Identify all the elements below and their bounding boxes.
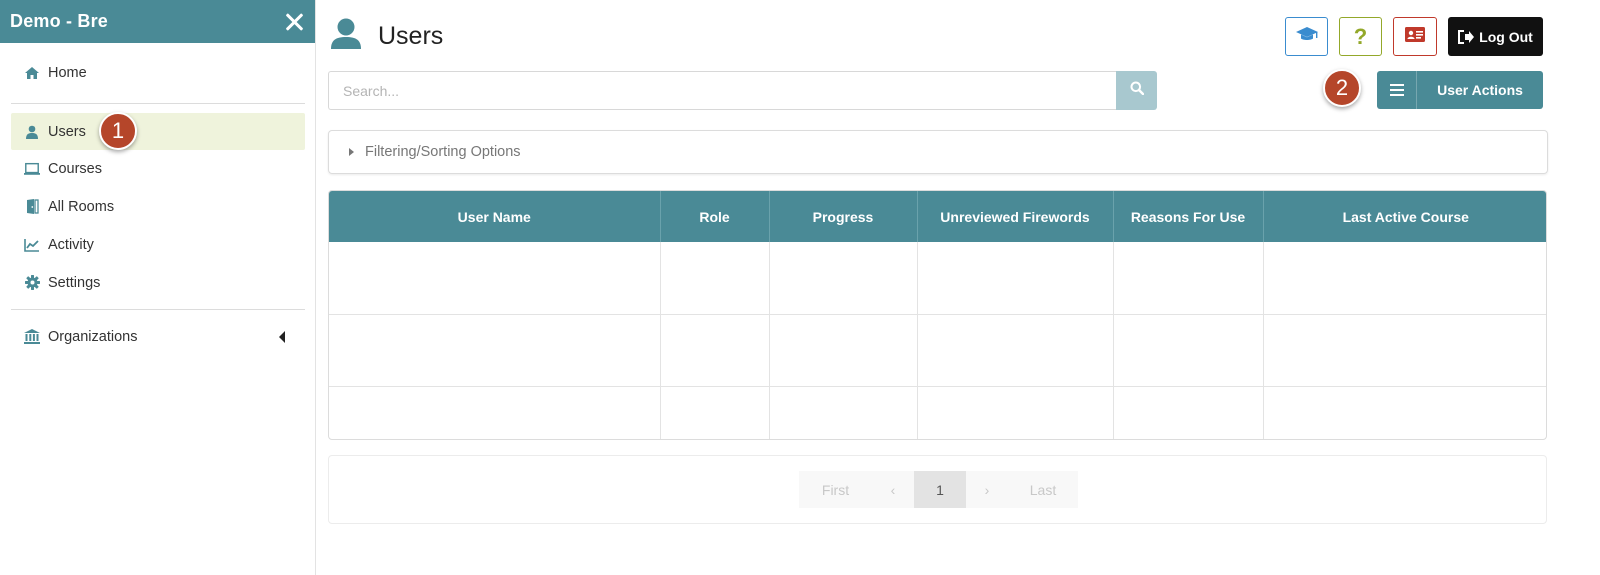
line-chart-icon bbox=[24, 237, 40, 253]
filter-sorting-toggle[interactable]: Filtering/Sorting Options bbox=[328, 130, 1548, 174]
table-cell bbox=[1113, 314, 1264, 387]
table-cell bbox=[1113, 242, 1264, 315]
pagination-next[interactable]: › bbox=[966, 471, 1008, 508]
column-header-reasons-for-use[interactable]: Reasons For Use bbox=[1113, 191, 1264, 242]
caret-left-icon[interactable] bbox=[279, 331, 285, 343]
user-actions-button[interactable]: User Actions bbox=[1377, 71, 1543, 109]
column-header-user-name[interactable]: User Name bbox=[329, 191, 661, 242]
search-bar bbox=[328, 71, 1157, 110]
table-cell bbox=[769, 242, 918, 315]
user-actions-label: User Actions bbox=[1437, 82, 1523, 98]
pagination-current-page[interactable]: 1 bbox=[914, 471, 966, 508]
door-icon bbox=[24, 199, 40, 215]
pagination-prev[interactable]: ‹ bbox=[872, 471, 914, 508]
question-icon: ? bbox=[1353, 23, 1368, 49]
search-button[interactable] bbox=[1116, 71, 1157, 110]
pagination-panel: First ‹ 1 › Last bbox=[328, 455, 1547, 524]
id-card-button[interactable] bbox=[1393, 17, 1437, 56]
sidebar-item-label: Activity bbox=[48, 236, 94, 253]
search-input[interactable] bbox=[328, 71, 1116, 110]
table-cell bbox=[329, 386, 661, 439]
user-icon bbox=[24, 124, 40, 140]
close-icon[interactable] bbox=[283, 11, 305, 33]
gear-icon bbox=[24, 275, 40, 291]
sidebar-item-label: Settings bbox=[48, 274, 101, 291]
page-title: Users bbox=[378, 21, 444, 50]
table-cell bbox=[1263, 314, 1546, 387]
search-icon bbox=[1130, 81, 1144, 100]
sidebar-item-label: Organizations bbox=[48, 328, 138, 345]
sidebar-item-activity[interactable]: Activity bbox=[11, 226, 305, 263]
sidebar-item-label: Users bbox=[48, 123, 86, 140]
pagination: First ‹ 1 › Last bbox=[799, 471, 1078, 508]
sidebar-divider bbox=[11, 309, 305, 310]
pagination-first[interactable]: First bbox=[799, 471, 872, 508]
sidebar-item-organizations[interactable]: Organizations bbox=[11, 318, 305, 355]
sidebar-item-all-rooms[interactable]: All Rooms bbox=[11, 188, 305, 225]
table-row bbox=[329, 242, 1546, 315]
logout-label: Log Out bbox=[1479, 28, 1533, 45]
table-row bbox=[329, 314, 1546, 387]
sidebar-item-users[interactable]: Users bbox=[11, 113, 305, 150]
table-cell bbox=[329, 242, 661, 315]
table-cell bbox=[1113, 386, 1264, 439]
column-header-unreviewed-firewords[interactable]: Unreviewed Firewords bbox=[917, 191, 1114, 242]
column-header-last-active-course[interactable]: Last Active Course bbox=[1263, 191, 1546, 242]
column-header-progress[interactable]: Progress bbox=[769, 191, 918, 242]
table-cell bbox=[917, 386, 1114, 439]
table-row bbox=[329, 386, 1546, 439]
table-cell bbox=[769, 386, 918, 439]
help-button[interactable]: ? bbox=[1339, 17, 1382, 56]
graduation-cap-icon bbox=[1295, 26, 1319, 47]
table-cell bbox=[917, 242, 1114, 315]
user-icon bbox=[330, 18, 362, 54]
sidebar-item-label: Courses bbox=[48, 160, 102, 177]
logout-button[interactable]: Log Out bbox=[1448, 17, 1543, 56]
column-header-role[interactable]: Role bbox=[660, 191, 770, 242]
table-cell bbox=[1263, 242, 1546, 315]
org-title: Demo - Bre bbox=[10, 11, 109, 31]
sidebar-divider bbox=[11, 103, 305, 104]
hamburger-icon bbox=[1377, 71, 1417, 109]
users-table: User Name Role Progress Unreviewed Firew… bbox=[328, 190, 1547, 440]
callout-badge-2: 2 bbox=[1323, 69, 1361, 107]
table-cell bbox=[660, 386, 770, 439]
table-cell bbox=[769, 314, 918, 387]
table-cell bbox=[660, 242, 770, 315]
course-button[interactable] bbox=[1285, 17, 1328, 56]
table-cell bbox=[660, 314, 770, 387]
institution-icon bbox=[24, 329, 40, 345]
sidebar-item-label: Home bbox=[48, 64, 87, 81]
callout-badge-1: 1 bbox=[99, 112, 137, 150]
sidebar-item-home[interactable]: Home bbox=[11, 54, 305, 91]
sign-out-icon bbox=[1458, 29, 1475, 44]
page-header: Users bbox=[330, 18, 443, 54]
table-cell bbox=[329, 314, 661, 387]
home-icon bbox=[24, 65, 40, 81]
sidebar-item-courses[interactable]: Courses bbox=[11, 150, 305, 187]
table-header-row: User Name Role Progress Unreviewed Firew… bbox=[329, 191, 1546, 242]
monitor-icon bbox=[24, 161, 40, 177]
id-card-icon bbox=[1405, 26, 1425, 47]
sidebar: Demo - Bre Home Users Courses All Rooms … bbox=[0, 0, 316, 575]
filter-sorting-label: Filtering/Sorting Options bbox=[365, 144, 521, 160]
sidebar-header: Demo - Bre bbox=[0, 0, 315, 43]
table-cell bbox=[1263, 386, 1546, 439]
caret-right-icon bbox=[349, 148, 354, 156]
table-cell bbox=[917, 314, 1114, 387]
sidebar-item-label: All Rooms bbox=[48, 198, 115, 215]
pagination-last[interactable]: Last bbox=[1008, 471, 1078, 508]
sidebar-item-settings[interactable]: Settings bbox=[11, 264, 305, 301]
